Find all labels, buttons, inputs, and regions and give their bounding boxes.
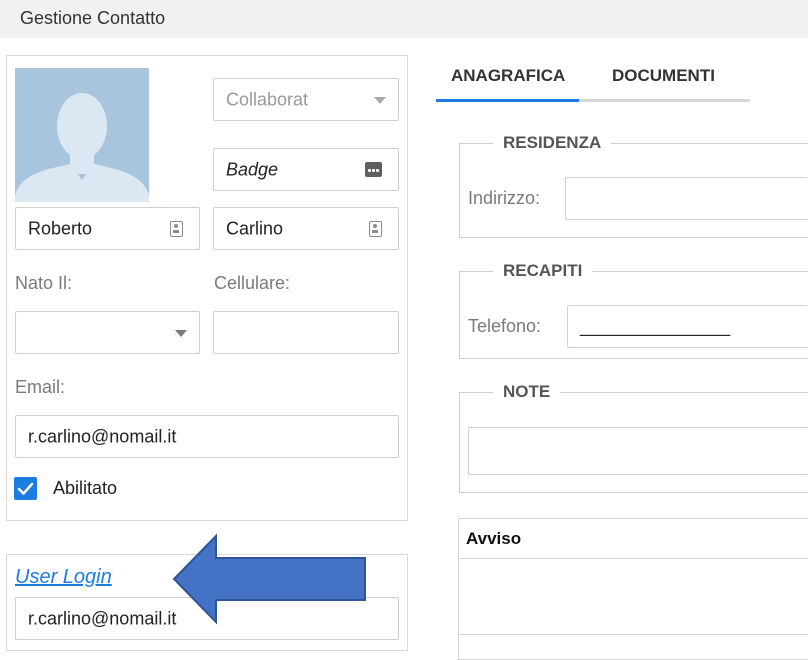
phone-label: Telefono: (468, 316, 542, 336)
chevron-down-icon (175, 329, 187, 337)
mobile-label: Cellulare: (214, 273, 291, 293)
window-titlebar: Gestione Contatto (0, 0, 808, 38)
address-input[interactable] (565, 177, 808, 220)
birth-date-select[interactable] (15, 311, 200, 354)
user-login-value: r.carlino@nomail.it (28, 608, 177, 628)
contact-card-icon (369, 220, 382, 237)
contact-type-select[interactable]: Collaborat (213, 78, 399, 121)
badge-field[interactable]: Badge (213, 148, 399, 191)
tab-anagrafica[interactable]: ANAGRAFICA (451, 66, 565, 86)
contact-card-icon (170, 220, 183, 237)
avatar-placeholder-icon (15, 93, 149, 202)
residenza-legend: RESIDENZA (493, 133, 612, 153)
badge-card-icon[interactable] (365, 161, 382, 177)
note-textarea[interactable] (468, 427, 808, 475)
email-label: Email: (15, 377, 66, 397)
enabled-checkbox[interactable] (14, 477, 37, 500)
email-value: r.carlino@nomail.it (28, 426, 177, 446)
notice-title: Avviso (466, 529, 522, 548)
mobile-input[interactable] (213, 311, 399, 354)
recapiti-legend: RECAPITI (493, 261, 593, 281)
born-label: Nato Il: (15, 273, 73, 293)
first-name-value: Roberto (28, 218, 93, 238)
tab-documenti[interactable]: DOCUMENTI (612, 66, 715, 86)
last-name-value: Carlino (226, 218, 284, 238)
avatar[interactable] (15, 68, 149, 202)
chevron-down-icon (374, 96, 386, 104)
window-title: Gestione Contatto (20, 8, 166, 28)
note-legend: NOTE (493, 382, 561, 402)
contact-type-value: Collaborat (226, 89, 309, 109)
badge-value: Badge (226, 159, 279, 179)
email-input[interactable]: r.carlino@nomail.it (15, 415, 399, 458)
tab-active-indicator (436, 99, 579, 102)
checkmark-icon (17, 482, 34, 495)
phone-input[interactable]: _______________ (567, 305, 808, 348)
last-name-field[interactable]: Carlino (213, 207, 399, 250)
first-name-field[interactable]: Roberto (15, 207, 200, 250)
arrow-left-icon (172, 533, 366, 625)
notice-separator (458, 634, 808, 635)
address-label: Indirizzo: (468, 188, 541, 208)
enabled-label: Abilitato (53, 478, 118, 498)
notice-separator (458, 558, 808, 559)
phone-value: _______________ (580, 316, 731, 336)
user-login-link[interactable]: User Login (15, 566, 112, 589)
tab-track (579, 99, 750, 102)
